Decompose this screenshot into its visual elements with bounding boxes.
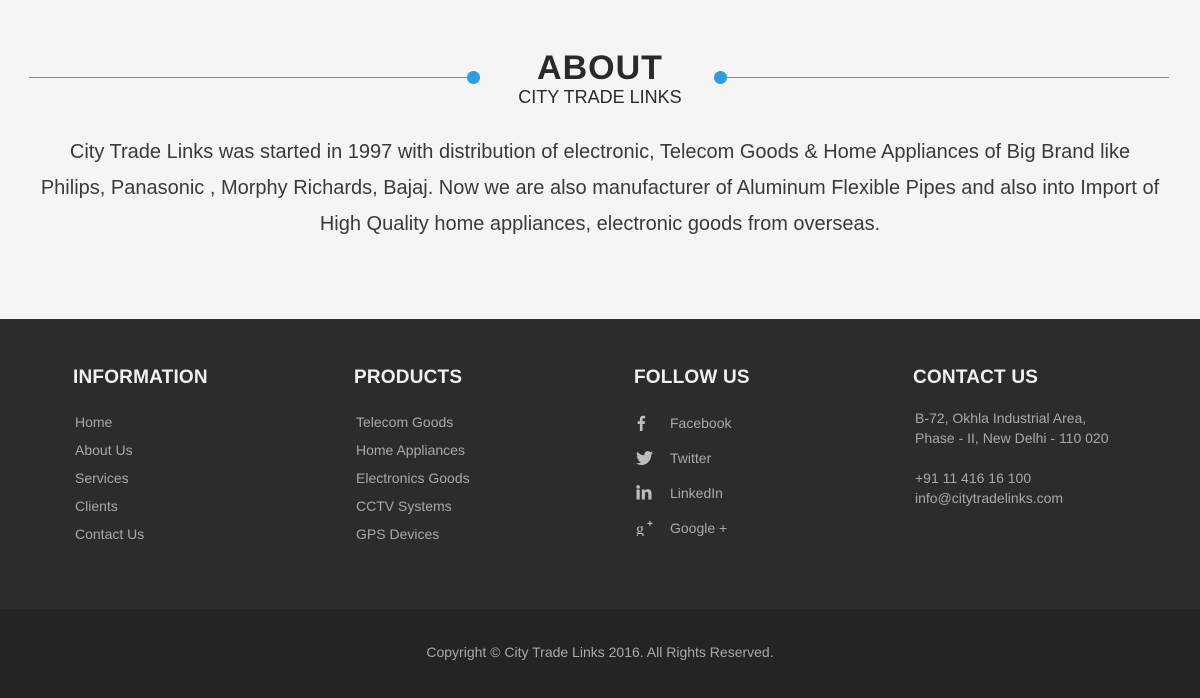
linkedin-icon — [636, 485, 670, 500]
google-plus-icon: g + — [636, 519, 670, 536]
facebook-icon — [636, 415, 670, 431]
footer-link-about-us[interactable]: About Us — [75, 441, 208, 469]
social-label-twitter: Twitter — [670, 449, 712, 466]
product-link-telecom-goods[interactable]: Telecom Goods — [356, 413, 470, 441]
contact-phone[interactable]: +91 11 416 16 100 — [915, 468, 1109, 488]
contact-address-line2: Phase - II, New Delhi - 110 020 — [915, 430, 1109, 446]
product-link-electronics-goods[interactable]: Electronics Goods — [356, 469, 470, 497]
social-label-linkedin: LinkedIn — [670, 484, 723, 501]
about-title: ABOUT — [537, 49, 663, 87]
copyright-text: Copyright © City Trade Links 2016. All R… — [426, 644, 774, 660]
footer-information: INFORMATION Home About Us Services Clien… — [73, 367, 208, 553]
svg-text:+: + — [647, 519, 653, 530]
footer-link-home[interactable]: Home — [75, 413, 208, 441]
social-link-facebook[interactable]: Facebook — [636, 405, 750, 440]
footer-contact-us: CONTACT US B-72, Okhla Industrial Area, … — [913, 367, 1109, 508]
about-section: ABOUT CITY TRADE LINKS City Trade Links … — [0, 0, 1200, 319]
footer-link-services[interactable]: Services — [75, 469, 208, 497]
contact-heading: CONTACT US — [913, 367, 1039, 388]
contact-address-line1: B-72, Okhla Industrial Area, — [915, 410, 1087, 426]
social-link-linkedin[interactable]: LinkedIn — [636, 475, 750, 510]
svg-text:g: g — [636, 521, 644, 536]
product-link-gps-devices[interactable]: GPS Devices — [356, 525, 470, 553]
footer-link-clients[interactable]: Clients — [75, 497, 208, 525]
footer-link-contact-us[interactable]: Contact Us — [75, 525, 208, 553]
social-link-twitter[interactable]: Twitter — [636, 440, 750, 475]
copyright-bar: Copyright © City Trade Links 2016. All R… — [0, 609, 1200, 698]
social-label-facebook: Facebook — [670, 414, 732, 431]
twitter-icon — [636, 450, 670, 465]
about-subtitle: CITY TRADE LINKS — [518, 87, 682, 107]
contact-email[interactable]: info@citytradelinks.com — [915, 488, 1109, 508]
about-description: City Trade Links was started in 1997 wit… — [40, 141, 1160, 235]
follow-heading: FOLLOW US — [634, 367, 750, 388]
information-heading: INFORMATION — [73, 367, 208, 388]
social-label-google-plus: Google + — [670, 519, 728, 536]
social-link-google-plus[interactable]: g + Google + — [636, 510, 750, 545]
footer-products: PRODUCTS Telecom Goods Home Appliances E… — [354, 367, 470, 553]
product-link-cctv-systems[interactable]: CCTV Systems — [356, 497, 470, 525]
footer: INFORMATION Home About Us Services Clien… — [0, 319, 1200, 609]
products-heading: PRODUCTS — [354, 367, 463, 388]
footer-follow-us: FOLLOW US Facebook Twitter LinkedIn g + … — [634, 367, 750, 545]
product-link-home-appliances[interactable]: Home Appliances — [356, 441, 470, 469]
